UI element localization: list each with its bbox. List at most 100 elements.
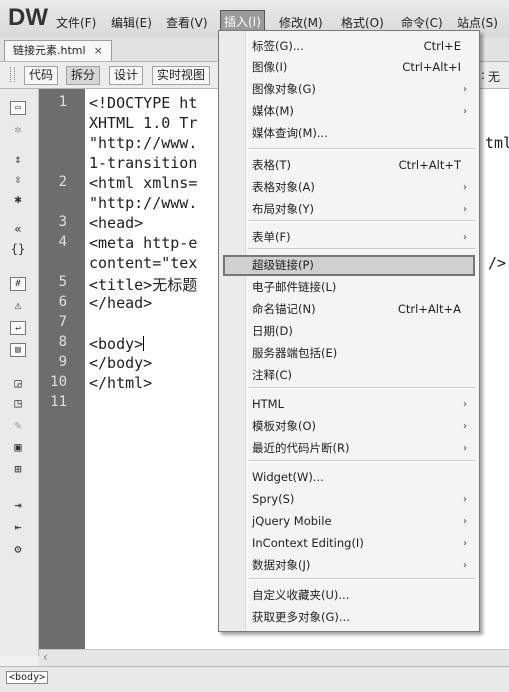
toolbar-grip-icon[interactable] [10,67,15,82]
code-line: content="tex [89,254,198,272]
menu-item[interactable]: 服务器端包括(E) [223,343,475,364]
menu-file[interactable]: 文件(F) [53,12,99,33]
collapse-selection-icon[interactable]: ⇳ [10,173,26,187]
submenu-arrow-icon: › [463,443,467,454]
menu-edit[interactable]: 编辑(E) [108,12,155,33]
code-line: 1-transition [89,154,198,172]
code-line: <title>无标题 [89,276,198,294]
document-tab-label: 链接元素.html [13,44,86,57]
menu-separator [249,248,475,250]
select-parent-tag-icon[interactable]: « [10,223,26,237]
menu-item[interactable]: 模板对象(O) › [223,416,475,437]
menu-item[interactable]: 自定义收藏夹(U)... [223,585,475,606]
menu-item-shortcut: Ctrl+E [423,39,461,53]
menu-item-shortcut: Ctrl+Alt+A [397,302,461,316]
menu-item-label: 媒体(M) [252,104,294,118]
code-line: <meta http-e [89,234,198,252]
menu-item-label: 表格(T) [252,158,291,172]
format-source-code-icon[interactable]: ⚙ [10,543,26,557]
menu-item[interactable]: 表格对象(A) › [223,177,475,198]
line-number: 7 [58,314,67,330]
menu-item[interactable]: 标签(G)... Ctrl+E [223,36,475,57]
submenu-arrow-icon: › [463,399,467,410]
menu-item[interactable]: Widget(W)... [223,467,475,488]
page-title-field[interactable]: 无 [488,68,500,85]
wrap-tag-icon[interactable]: ✎ [10,419,26,433]
apply-comment-icon[interactable]: ◲ [10,377,26,391]
menu-item-label: 媒体查询(M)... [252,126,328,140]
menu-separator [249,387,475,389]
split-view-button[interactable]: 拆分 [66,66,101,85]
menu-item-label: 获取更多对象(G)... [252,610,350,624]
recent-snippets-icon[interactable]: ▣ [10,441,26,455]
move-css-icon[interactable]: ⊞ [10,463,26,477]
submenu-arrow-icon: › [463,538,467,549]
menu-item-label: 命名锚记(N) [252,302,316,316]
menu-item-label: 图像对象(G) [252,82,316,96]
menu-item[interactable]: 日期(D) [223,321,475,342]
highlight-invalid-code-icon[interactable]: ⚠ [10,299,26,313]
menu-item[interactable]: 媒体(M) › [223,101,475,122]
line-numbers-icon[interactable]: # [10,277,26,291]
menu-item[interactable]: HTML › [223,394,475,415]
menu-item[interactable]: Spry(S) › [223,489,475,510]
coding-toolbar: ▭ ✲ ⇕ ⇳ ✱ « {} # ⚠ ↵ ▤ ◲ ◳ ✎ ▣ ⊞ ⇥ ⇤ ⚙ [0,89,39,656]
menu-item[interactable]: jQuery Mobile › [223,511,475,532]
menu-item-label: 注释(C) [252,368,293,382]
menu-item[interactable]: 超级链接(P) [223,255,475,276]
code-line: "http://www. [89,134,198,152]
line-number: 10 [50,374,67,390]
design-view-button[interactable]: 设计 [109,66,144,85]
menu-item-label: 布局对象(Y) [252,202,314,216]
menu-item-label: 模板对象(O) [252,419,317,433]
menu-view[interactable]: 查看(V) [163,12,211,33]
horizontal-scrollbar[interactable]: ‹ [39,649,509,666]
menu-item[interactable]: 获取更多对象(G)... [223,607,475,628]
menu-item-label: 超级链接(P) [252,258,314,272]
open-documents-icon[interactable]: ▭ [10,101,26,115]
tag-selector-body[interactable]: <body> [6,671,49,684]
menu-item[interactable]: InContext Editing(I) › [223,533,475,554]
menu-item[interactable]: 布局对象(Y) › [223,199,475,220]
menu-item[interactable]: 数据对象(J) › [223,555,475,576]
menu-item[interactable]: 表单(F) › [223,227,475,248]
code-fragment: /> [488,254,507,272]
show-code-navigator-icon[interactable]: ✲ [10,123,26,137]
menu-item-label: Spry(S) [252,492,295,506]
menu-item[interactable]: 注释(C) [223,365,475,386]
menu-item[interactable]: 最近的代码片断(R) › [223,438,475,459]
menu-separator [249,460,475,462]
line-number: 8 [58,334,67,350]
live-view-button[interactable]: 实时视图 [152,66,211,85]
menu-item[interactable]: 命名锚记(N) Ctrl+Alt+A [223,299,475,320]
menu-item-label: 日期(D) [252,324,293,338]
close-icon[interactable]: × [94,44,103,57]
line-number: 2 [58,174,67,190]
line-number: 9 [58,354,67,370]
expand-all-icon[interactable]: ✱ [10,193,26,207]
outdent-code-icon[interactable]: ⇤ [10,521,26,535]
menu-item-label: 最近的代码片断(R) [252,441,350,455]
code-fragment: tml [485,134,509,152]
balance-braces-icon[interactable]: {} [10,243,26,257]
menu-item[interactable]: 媒体查询(M)... [223,123,475,144]
code-line: </body> [89,354,153,372]
word-wrap-icon[interactable]: ↵ [10,321,26,335]
indent-code-icon[interactable]: ⇥ [10,499,26,513]
title-colon: : [481,68,486,82]
syntax-coloring-icon[interactable]: ▤ [10,343,26,357]
menu-item[interactable]: 图像对象(G) › [223,79,475,100]
collapse-full-tag-icon[interactable]: ⇕ [10,153,26,167]
app-logo: DW [8,4,48,31]
document-tab[interactable]: 链接元素.html × [4,40,112,61]
scroll-left-icon[interactable]: ‹ [43,650,48,664]
menu-item[interactable]: 电子邮件链接(L) [223,277,475,298]
menu-item[interactable]: 图像(I) Ctrl+Alt+I [223,57,475,78]
menu-item-label: Widget(W)... [252,470,324,484]
submenu-arrow-icon: › [463,204,467,215]
menu-item-label: InContext Editing(I) [252,536,364,550]
line-number: 1 [58,94,67,110]
code-view-button[interactable]: 代码 [24,66,59,85]
remove-comment-icon[interactable]: ◳ [10,397,26,411]
menu-item[interactable]: 表格(T) Ctrl+Alt+T [223,155,475,176]
